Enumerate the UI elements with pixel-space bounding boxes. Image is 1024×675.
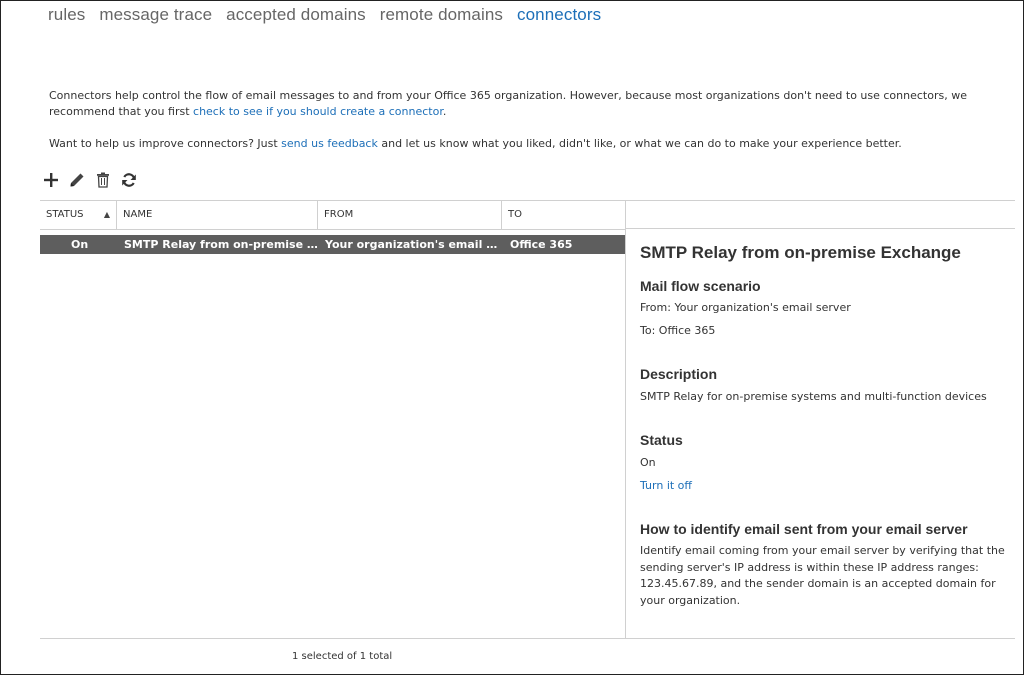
cell-to: Office 365 (510, 238, 573, 251)
tab-remote-domains[interactable]: remote domains (380, 5, 503, 25)
bottom-divider (40, 638, 1015, 639)
detail-pane: SMTP Relay from on-premise Exchange Mail… (640, 242, 1015, 609)
scenario-to: To: Office 365 (640, 324, 716, 337)
table-row[interactable]: On SMTP Relay from on-premise Exch... Yo… (40, 235, 625, 254)
tab-connectors[interactable]: connectors (517, 5, 601, 25)
top-nav: rules message trace accepted domains rem… (48, 5, 601, 25)
identify-text: Identify email coming from your email se… (640, 544, 1005, 607)
description-heading: Description (640, 366, 718, 382)
delete-icon (97, 172, 109, 188)
column-header-status[interactable]: STATUS ▲ (40, 201, 117, 229)
list-header: STATUS ▲ NAME FROM TO (40, 201, 625, 230)
edit-button[interactable] (67, 171, 87, 189)
column-header-to[interactable]: TO (502, 201, 625, 229)
detail-header-top-divider (626, 200, 1015, 201)
intro-text: Connectors help control the flow of emai… (49, 88, 1011, 152)
tab-accepted-domains[interactable]: accepted domains (226, 5, 366, 25)
feedback-text: Want to help us improve connectors? Just (49, 137, 282, 150)
intro-paragraph: Connectors help control the flow of emai… (49, 88, 1011, 120)
turn-off-link[interactable]: Turn it off (640, 479, 692, 492)
connector-list: STATUS ▲ NAME FROM TO On SMTP Relay from… (40, 200, 626, 639)
tab-rules[interactable]: rules (48, 5, 85, 25)
refresh-button[interactable] (119, 171, 139, 189)
intro-text-1: Connectors help control the flow of emai… (49, 89, 967, 118)
feedback-paragraph: Want to help us improve connectors? Just… (49, 136, 1011, 152)
add-button[interactable] (41, 171, 61, 189)
check-connector-link[interactable]: check to see if you should create a conn… (193, 105, 443, 118)
column-to-label: TO (508, 209, 522, 220)
cell-status: On (71, 238, 89, 251)
detail-header-divider (626, 228, 1015, 229)
identify-heading: How to identify email sent from your ema… (640, 521, 968, 537)
refresh-icon (122, 173, 136, 187)
scenario-from: From: Your organization's email server (640, 301, 851, 314)
add-icon (44, 173, 58, 187)
column-header-from[interactable]: FROM (318, 201, 502, 229)
send-feedback-link[interactable]: send us feedback (281, 137, 378, 150)
status-heading: Status (640, 432, 683, 448)
cell-name: SMTP Relay from on-premise Exch... (124, 238, 318, 251)
delete-button[interactable] (93, 171, 113, 189)
status-value: On (640, 456, 656, 469)
feedback-text-end: and let us know what you liked, didn't l… (377, 137, 902, 150)
column-status-label: STATUS (46, 209, 84, 220)
toolbar (41, 171, 139, 189)
detail-title: SMTP Relay from on-premise Exchange (640, 243, 961, 262)
sort-ascending-icon: ▲ (103, 210, 110, 219)
intro-text-1-end: . (442, 105, 447, 118)
description-text: SMTP Relay for on-premise systems and mu… (640, 390, 987, 403)
column-header-name[interactable]: NAME (117, 201, 318, 229)
selection-count: 1 selected of 1 total (292, 651, 393, 662)
mail-flow-heading: Mail flow scenario (640, 278, 761, 294)
edit-icon (70, 173, 84, 187)
cell-from: Your organization's email server (325, 238, 502, 251)
tab-message-trace[interactable]: message trace (99, 5, 212, 25)
column-from-label: FROM (324, 209, 354, 220)
column-name-label: NAME (123, 209, 153, 220)
